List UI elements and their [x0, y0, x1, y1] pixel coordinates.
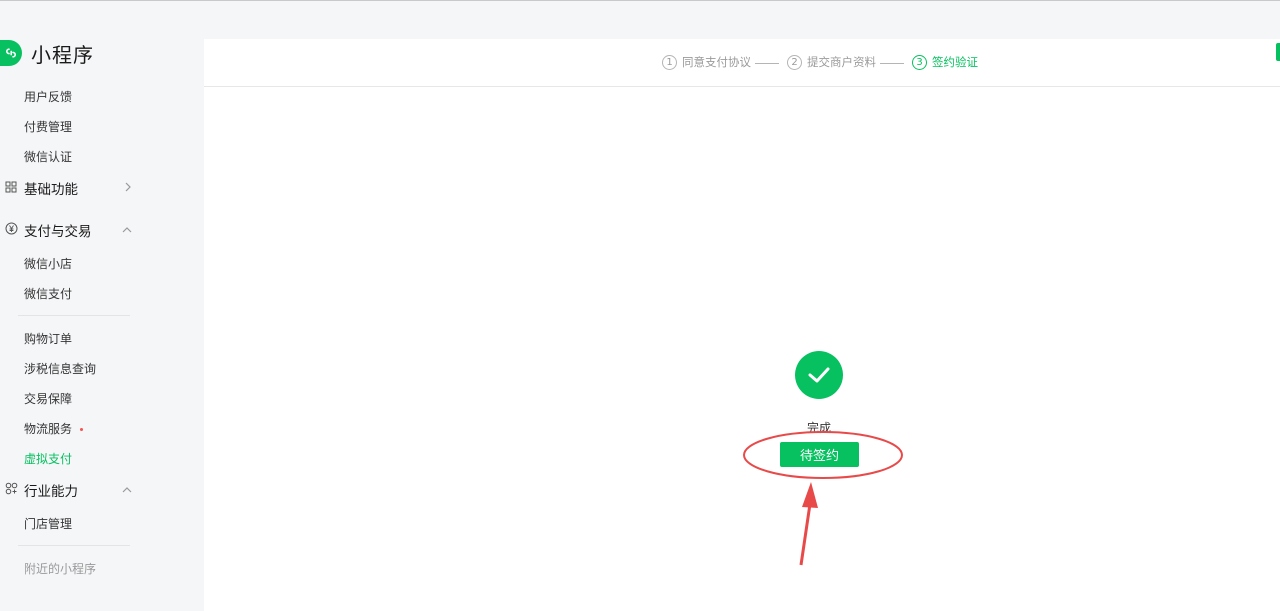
step-label: 同意支付协议: [682, 55, 751, 69]
sidebar-group-payment-trade[interactable]: 支付与交易: [0, 219, 140, 241]
sidebar-group-basic-features[interactable]: 基础功能: [0, 177, 140, 199]
sidebar: 小程序 用户反馈 付费管理 微信认证 基础功能 支付与交易 微信小店 微信支付 …: [0, 1, 204, 611]
step-sign-verification: 3 签约验证: [912, 54, 978, 70]
sidebar-item-store-management[interactable]: 门店管理: [24, 515, 72, 532]
progress-steps: 1 同意支付协议 2 提交商户资料 3 签约验证: [204, 39, 1280, 87]
sidebar-divider: [18, 315, 130, 316]
step-submit-merchant-info: 2 提交商户资料: [787, 54, 876, 70]
nodes-icon: [2, 482, 20, 498]
sidebar-item-wechat-store[interactable]: 微信小店: [24, 255, 72, 272]
step-number: 3: [912, 54, 927, 70]
chevron-up-icon: [122, 224, 132, 237]
sidebar-item-label: 物流服务: [24, 422, 73, 436]
step-connector: [880, 63, 904, 64]
pending-sign-button[interactable]: 待签约: [780, 442, 859, 467]
sidebar-group-industry[interactable]: 行业能力: [0, 479, 140, 501]
mini-program-logo-icon: [0, 40, 22, 66]
sidebar-item-nearby-mini-programs[interactable]: 附近的小程序: [24, 560, 96, 577]
grid-icon: [2, 181, 20, 196]
notification-dot: [80, 428, 84, 431]
main-panel: 1 同意支付协议 2 提交商户资料 3 签约验证 完成 待签约: [204, 39, 1280, 611]
step-number: 2: [787, 54, 802, 70]
success-check-icon: [795, 351, 843, 399]
sidebar-item-wechat-pay[interactable]: 微信支付: [24, 285, 72, 302]
sidebar-item-feedback[interactable]: 用户反馈: [24, 88, 72, 105]
step-number: 1: [662, 54, 677, 70]
sidebar-item-shopping-orders[interactable]: 购物订单: [24, 330, 72, 347]
sidebar-group-label: 基础功能: [24, 182, 78, 198]
chevron-up-icon: [122, 484, 132, 497]
yen-circle-icon: [2, 222, 20, 238]
brand[interactable]: 小程序: [0, 37, 94, 69]
side-tab-marker: [1276, 43, 1280, 61]
sidebar-item-wechat-verification[interactable]: 微信认证: [24, 148, 72, 165]
status-text: 完成: [806, 421, 831, 435]
sidebar-item-trade-guarantee[interactable]: 交易保障: [24, 390, 72, 407]
sidebar-item-paid-management[interactable]: 付费管理: [24, 118, 72, 135]
chevron-right-icon: [124, 182, 132, 195]
sidebar-group-label: 支付与交易: [24, 224, 92, 240]
sidebar-group-label: 行业能力: [24, 484, 78, 500]
sidebar-item-tax-info-query[interactable]: 涉税信息查询: [24, 360, 96, 377]
step-agree-agreement: 1 同意支付协议: [662, 54, 751, 70]
sidebar-item-logistics[interactable]: 物流服务: [24, 420, 84, 437]
sidebar-item-virtual-payment[interactable]: 虚拟支付: [24, 450, 72, 467]
step-label: 提交商户资料: [807, 55, 876, 69]
step-connector: [755, 63, 779, 64]
brand-title: 小程序: [31, 42, 94, 67]
step-label: 签约验证: [932, 55, 978, 69]
sidebar-divider: [18, 545, 130, 546]
